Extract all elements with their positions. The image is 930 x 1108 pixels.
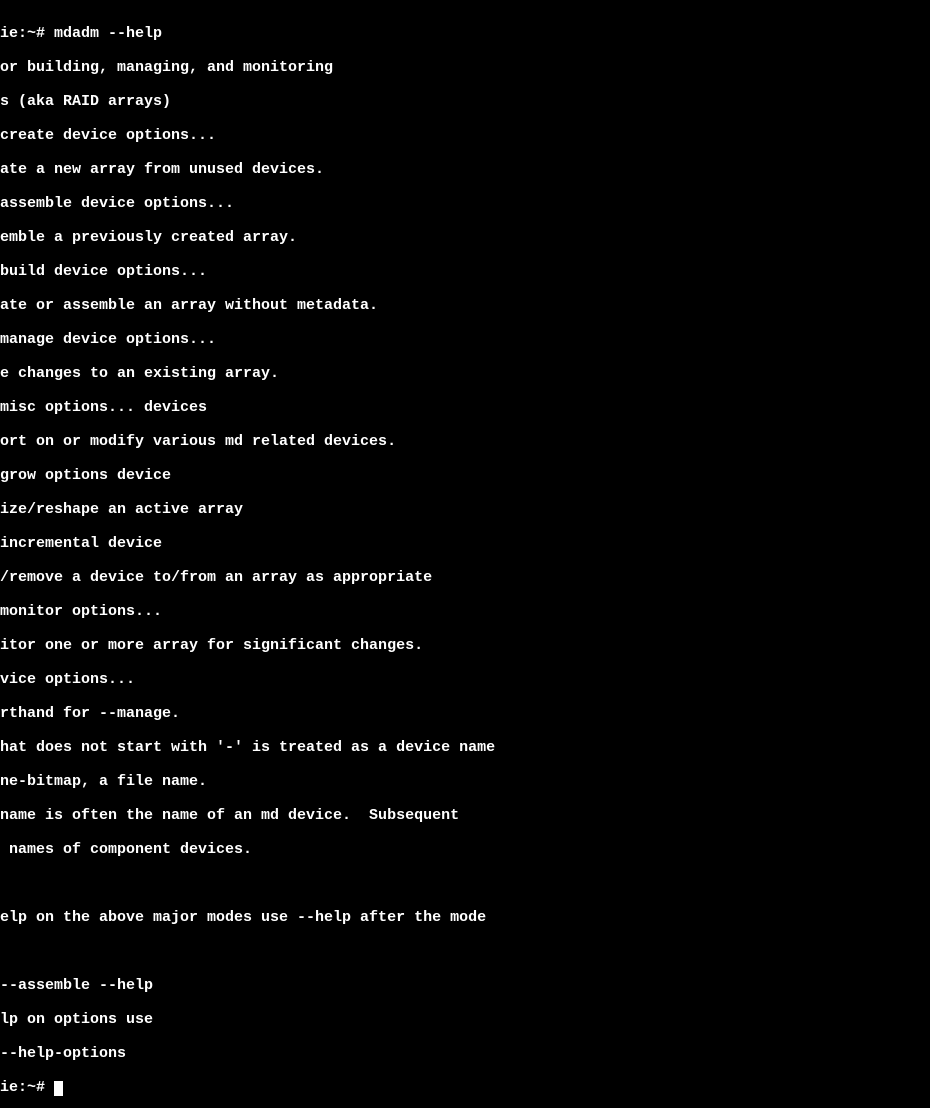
terminal-line: ie:~# mdadm --help <box>0 25 930 42</box>
terminal-line: monitor options... <box>0 603 930 620</box>
terminal-prompt-line[interactable]: ie:~# <box>0 1079 930 1096</box>
terminal-line: or building, managing, and monitoring <box>0 59 930 76</box>
terminal-line: misc options... devices <box>0 399 930 416</box>
terminal-line: build device options... <box>0 263 930 280</box>
terminal-line: ize/reshape an active array <box>0 501 930 518</box>
terminal-line: ne-bitmap, a file name. <box>0 773 930 790</box>
terminal-line: lp on options use <box>0 1011 930 1028</box>
terminal-line: --help-options <box>0 1045 930 1062</box>
terminal-line: rthand for --manage. <box>0 705 930 722</box>
terminal-line: --assemble --help <box>0 977 930 994</box>
terminal-line: create device options... <box>0 127 930 144</box>
terminal-line: assemble device options... <box>0 195 930 212</box>
terminal-line: manage device options... <box>0 331 930 348</box>
terminal-prompt: ie:~# <box>0 1079 54 1096</box>
terminal-line: emble a previously created array. <box>0 229 930 246</box>
terminal-line: s (aka RAID arrays) <box>0 93 930 110</box>
terminal-line: grow options device <box>0 467 930 484</box>
terminal-output[interactable]: ie:~# mdadm --help or building, managing… <box>0 8 930 1108</box>
terminal-line: vice options... <box>0 671 930 688</box>
terminal-blank-line <box>0 943 930 960</box>
terminal-line: e changes to an existing array. <box>0 365 930 382</box>
terminal-line: ate or assemble an array without metadat… <box>0 297 930 314</box>
terminal-blank-line <box>0 875 930 892</box>
terminal-line: hat does not start with '-' is treated a… <box>0 739 930 756</box>
terminal-line: ate a new array from unused devices. <box>0 161 930 178</box>
terminal-line: ort on or modify various md related devi… <box>0 433 930 450</box>
terminal-line: itor one or more array for significant c… <box>0 637 930 654</box>
terminal-line: incremental device <box>0 535 930 552</box>
terminal-line: names of component devices. <box>0 841 930 858</box>
terminal-line: /remove a device to/from an array as app… <box>0 569 930 586</box>
terminal-line: elp on the above major modes use --help … <box>0 909 930 926</box>
terminal-line: name is often the name of an md device. … <box>0 807 930 824</box>
cursor-icon <box>54 1081 63 1096</box>
